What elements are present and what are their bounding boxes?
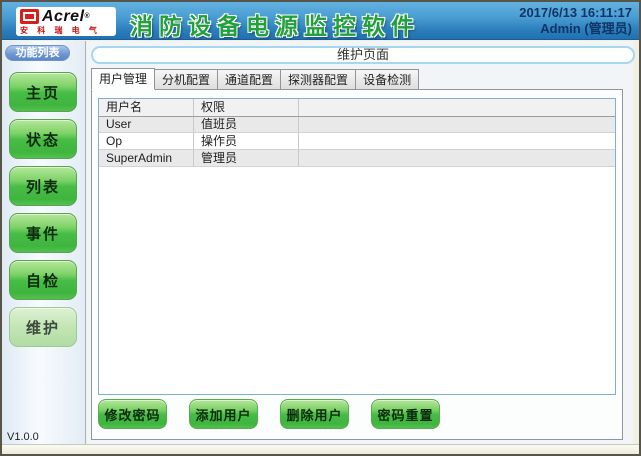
sidebar: 功能列表 主页 状态 列表 事件 自检 维护 V1.0.0 bbox=[2, 41, 86, 444]
tab-detector-config[interactable]: 探测器配置 bbox=[281, 69, 356, 90]
sidebar-item-status[interactable]: 状态 bbox=[9, 119, 77, 159]
table-header-row: 用户名 权限 bbox=[99, 99, 615, 117]
logged-in-user-label: Admin (管理员) bbox=[519, 21, 632, 37]
table-row[interactable]: SuperAdmin 管理员 bbox=[99, 150, 615, 167]
maintenance-tabcontrol: 用户管理 分机配置 通道配置 探测器配置 设备检测 用户名 权限 Admin 管… bbox=[91, 68, 623, 440]
cell-role: 操作员 bbox=[194, 133, 299, 149]
main-area: 维护页面 用户管理 分机配置 通道配置 探测器配置 设备检测 用户名 权限 Ad bbox=[87, 41, 639, 444]
datetime-label: 2017/6/13 16:11:17 bbox=[519, 5, 632, 21]
add-user-button[interactable]: 添加用户 bbox=[189, 399, 258, 429]
reset-password-button[interactable]: 密码重置 bbox=[371, 399, 440, 429]
cell-role: 管理员 bbox=[194, 150, 299, 166]
acrel-logo: Acrel® 安 科 瑞 电 气 bbox=[16, 7, 116, 36]
sidebar-header: 功能列表 bbox=[5, 45, 70, 61]
logo-subtitle: 安 科 瑞 电 气 bbox=[20, 25, 111, 36]
users-table: 用户名 权限 Admin 管理员 User 值班员 bbox=[98, 98, 616, 395]
sidebar-item-selftest[interactable]: 自检 bbox=[9, 260, 77, 300]
cell-username: Op bbox=[99, 133, 194, 149]
acrel-logo-icon bbox=[20, 9, 39, 24]
cell-username: SuperAdmin bbox=[99, 150, 194, 166]
tab-page-user-management: 用户名 权限 Admin 管理员 User 值班员 bbox=[91, 89, 623, 440]
column-header-role[interactable]: 权限 bbox=[194, 99, 299, 116]
table-row[interactable]: Op 操作员 bbox=[99, 133, 615, 150]
tab-extension-config[interactable]: 分机配置 bbox=[155, 69, 218, 90]
column-header-filler bbox=[299, 99, 615, 116]
sidebar-item-home[interactable]: 主页 bbox=[9, 72, 77, 112]
version-label: V1.0.0 bbox=[7, 431, 39, 443]
sidebar-item-events[interactable]: 事件 bbox=[9, 213, 77, 253]
change-password-button[interactable]: 修改密码 bbox=[98, 399, 167, 429]
header-bar: Acrel® 安 科 瑞 电 气 消防设备电源监控软件 2017/6/13 16… bbox=[2, 2, 639, 40]
user-actions: 修改密码 添加用户 删除用户 密码重置 bbox=[98, 399, 440, 429]
app-title: 消防设备电源监控软件 bbox=[130, 7, 420, 41]
registered-mark: ® bbox=[85, 13, 91, 20]
cell-username: User bbox=[99, 116, 194, 132]
tab-user-management[interactable]: 用户管理 bbox=[91, 68, 155, 90]
cell-role: 值班员 bbox=[194, 116, 299, 132]
sidebar-item-list[interactable]: 列表 bbox=[9, 166, 77, 206]
app-window: Acrel® 安 科 瑞 电 气 消防设备电源监控软件 2017/6/13 16… bbox=[0, 0, 641, 456]
tab-channel-config[interactable]: 通道配置 bbox=[218, 69, 281, 90]
tab-device-detection[interactable]: 设备检测 bbox=[356, 69, 419, 90]
sidebar-item-maintenance[interactable]: 维护 bbox=[9, 307, 77, 347]
logo-brand: Acrel® bbox=[42, 9, 90, 24]
column-header-username[interactable]: 用户名 bbox=[99, 99, 194, 116]
page-title: 维护页面 bbox=[91, 46, 635, 64]
sidebar-nav: 主页 状态 列表 事件 自检 维护 bbox=[2, 72, 86, 347]
delete-user-button[interactable]: 删除用户 bbox=[280, 399, 349, 429]
tab-strip: 用户管理 分机配置 通道配置 探测器配置 设备检测 bbox=[91, 68, 419, 90]
table-row[interactable]: User 值班员 bbox=[99, 116, 615, 133]
status-strip bbox=[2, 444, 639, 454]
